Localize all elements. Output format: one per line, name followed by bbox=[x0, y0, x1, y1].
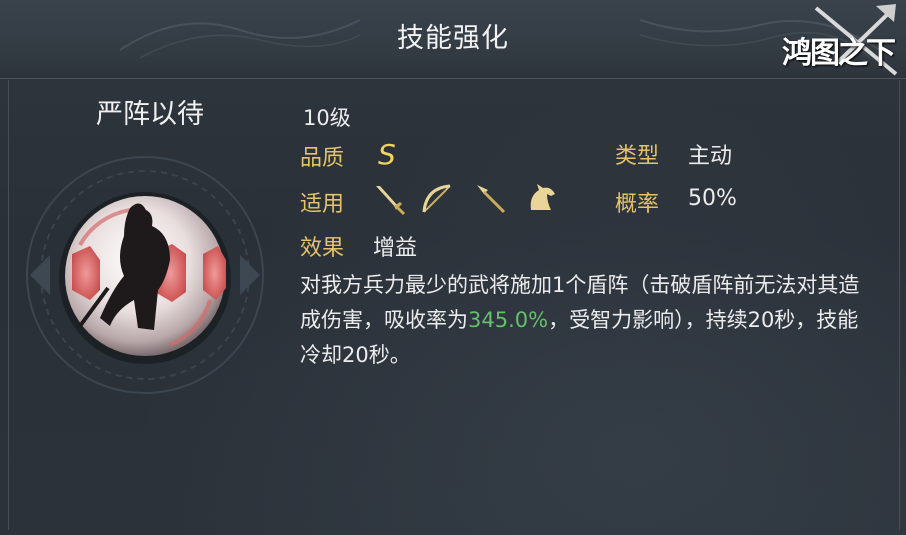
skill-level: 10级 bbox=[303, 106, 351, 130]
type-label: 类型 bbox=[615, 144, 660, 169]
type-value: 主动 bbox=[688, 144, 733, 169]
applicable-label: 适用 bbox=[300, 192, 345, 217]
quality-grade: S bbox=[378, 138, 396, 171]
logo-text: 鸿图之下 bbox=[782, 36, 896, 71]
effect-label: 效果 bbox=[300, 236, 345, 261]
skill-description: 对我方兵力最少的武将施加1个盾阵（击破盾阵前无法对其造成伤害，吸收率为345.0… bbox=[300, 268, 870, 373]
effect-value: 增益 bbox=[373, 236, 418, 261]
bow-icon bbox=[422, 184, 451, 213]
header-bar: 技能强化 bbox=[0, 0, 906, 79]
absorption-rate: 345.0% bbox=[468, 308, 549, 332]
game-logo: 鸿图之下 bbox=[776, 2, 902, 78]
sword-icon bbox=[376, 186, 406, 216]
probability-value: 50% bbox=[688, 186, 737, 211]
skill-emblem-icon bbox=[26, 156, 264, 394]
spear-icon bbox=[477, 185, 506, 214]
skill-name: 严阵以待 bbox=[96, 99, 204, 130]
quality-label: 品质 bbox=[300, 146, 345, 171]
horse-icon bbox=[530, 184, 555, 210]
probability-label: 概率 bbox=[615, 192, 660, 217]
page-title: 技能强化 bbox=[397, 23, 509, 54]
